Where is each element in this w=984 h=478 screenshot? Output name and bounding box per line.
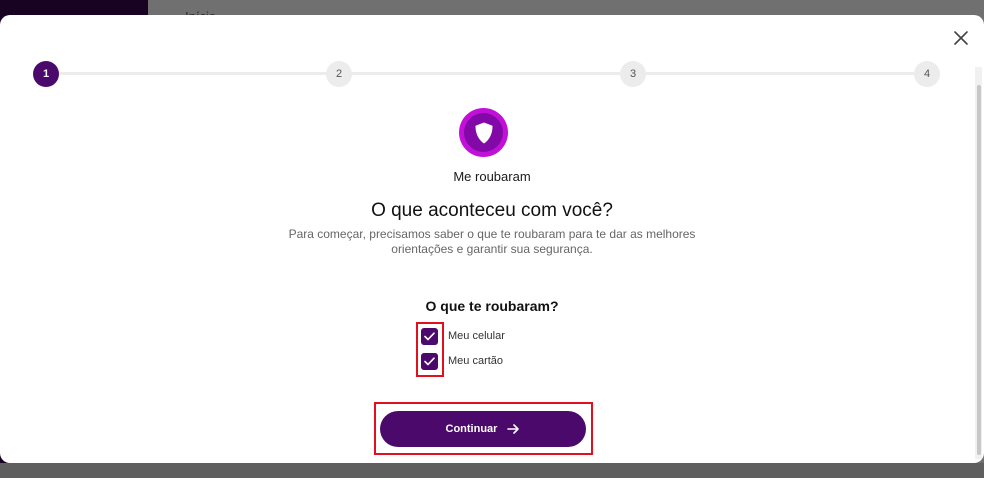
modal-dialog: 1 2 3 4 Me roubaram O que aconteceu com … bbox=[0, 15, 984, 463]
step-3: 3 bbox=[620, 61, 646, 87]
stepper-line bbox=[46, 72, 928, 75]
step-1: 1 bbox=[33, 61, 59, 87]
category-label: Me roubaram bbox=[453, 169, 531, 184]
step-2: 2 bbox=[326, 61, 352, 87]
category-badge bbox=[459, 108, 508, 157]
highlight-annotation-checkboxes bbox=[416, 322, 444, 377]
arrow-right-icon bbox=[507, 423, 520, 435]
continue-button[interactable]: Continuar bbox=[380, 411, 586, 447]
continue-label: Continuar bbox=[445, 423, 498, 435]
option-label: Meu celular bbox=[448, 330, 505, 342]
page-title: O que aconteceu com você? bbox=[371, 200, 613, 221]
background-bottom-strip bbox=[0, 463, 984, 478]
scrollbar-thumb[interactable] bbox=[977, 85, 981, 455]
page-subtitle: Para começar, precisamos saber o que te … bbox=[288, 227, 696, 256]
close-icon bbox=[954, 31, 968, 45]
shield-icon bbox=[474, 122, 493, 143]
step-4: 4 bbox=[914, 61, 940, 87]
option-label: Meu cartão bbox=[448, 355, 504, 367]
close-button[interactable] bbox=[952, 29, 970, 47]
question-label: O que te roubaram? bbox=[425, 298, 559, 314]
